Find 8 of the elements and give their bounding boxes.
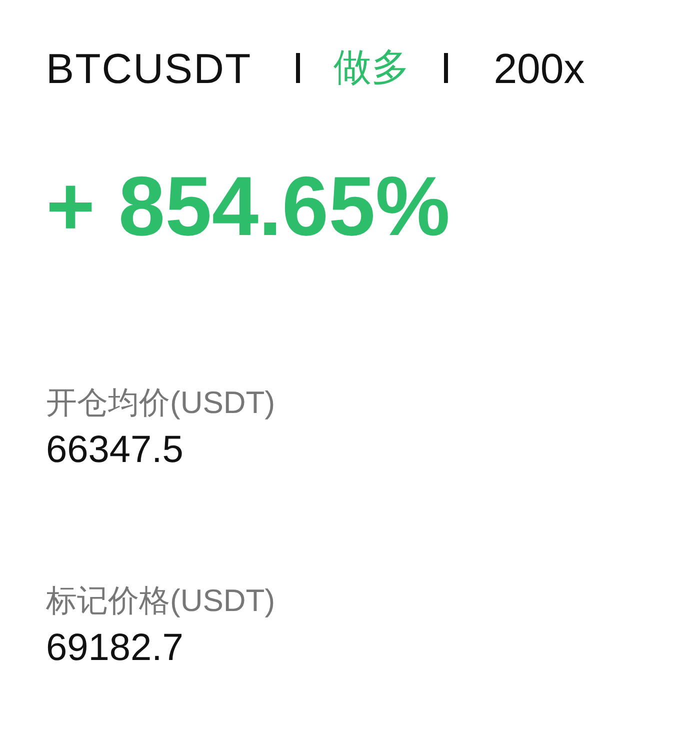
- field-value: 66347.5: [46, 428, 184, 473]
- field-value: 69182.7: [46, 626, 184, 671]
- field-label: 开仓均价(USDT): [46, 384, 276, 422]
- leverage-text: 200x: [494, 44, 585, 94]
- pnl-percent-text: + 854.65%: [46, 158, 450, 255]
- side-text: 做多: [334, 46, 410, 90]
- field-label: 标记价格(USDT): [46, 582, 276, 620]
- symbol-text: BTCUSDT: [46, 44, 252, 94]
